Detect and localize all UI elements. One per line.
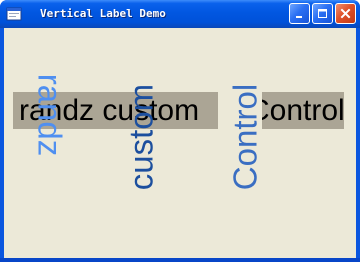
- maximize-icon: [318, 9, 327, 18]
- vertical-label-custom: custom: [122, 83, 160, 191]
- minimize-icon: [296, 16, 302, 18]
- main-window: Vertical Label Demo randz custom Control…: [0, 0, 360, 262]
- title-bar[interactable]: Vertical Label Demo: [0, 0, 360, 28]
- maximize-button[interactable]: [312, 3, 333, 24]
- vertical-label-randz: randz: [31, 73, 69, 157]
- vertical-label-control: Control: [226, 83, 264, 191]
- horizontal-label-control: Control: [262, 92, 344, 129]
- horizontal-label-text: Control: [262, 94, 344, 127]
- window-bottom-border: [0, 258, 360, 262]
- app-window-icon[interactable]: [6, 6, 22, 22]
- close-button[interactable]: [335, 3, 356, 24]
- minimize-button[interactable]: [289, 3, 310, 24]
- window-title: Vertical Label Demo: [40, 7, 166, 20]
- close-icon: [340, 8, 351, 19]
